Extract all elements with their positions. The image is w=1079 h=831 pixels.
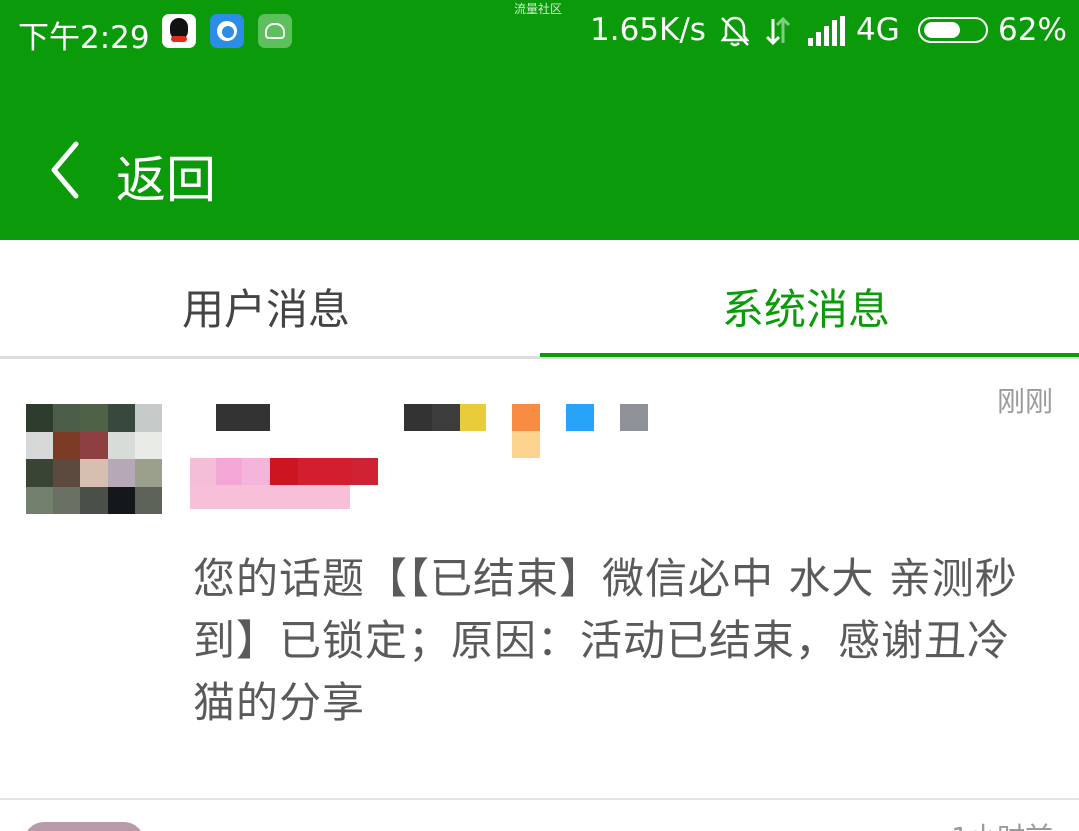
username-pixelated xyxy=(190,404,660,509)
app-bar: 返回 xyxy=(0,62,1079,240)
battery-fill xyxy=(924,22,960,38)
avatar[interactable] xyxy=(26,404,162,514)
status-time: 下午2:29 xyxy=(18,20,150,56)
list-item[interactable]: 刚刚 您的话题【【已结束】微信必中 水大 亲测秒到】已锁定；原因：活动已结束，感… xyxy=(0,360,1079,800)
status-bar: 下午2:29 流量社区 1.65K/s 4G 62% xyxy=(0,0,1079,62)
message-text: 您的话题【【已结束】微信必中 水大 亲测秒到】已锁定；原因：活动已结束，感谢丑冷… xyxy=(193,554,1018,727)
avatar[interactable] xyxy=(24,822,144,831)
tab-user-messages[interactable]: 用户消息 xyxy=(182,276,350,337)
message-time: 1小时前 xyxy=(951,816,1053,831)
browser-icon xyxy=(210,14,244,48)
back-arrow-icon[interactable] xyxy=(48,140,82,200)
qq-icon xyxy=(162,14,196,48)
tab-active-indicator xyxy=(540,353,1079,357)
battery-percent: 62% xyxy=(998,12,1067,48)
tab-system-messages[interactable]: 系统消息 xyxy=(722,276,890,337)
carrier-tag: 流量社区 xyxy=(514,2,563,16)
network-speed: 1.65K/s xyxy=(590,12,706,48)
signal-icon xyxy=(808,16,845,46)
back-button[interactable]: 返回 xyxy=(116,140,216,212)
data-arrows-icon xyxy=(765,16,791,46)
android-icon xyxy=(258,14,292,48)
network-type: 4G xyxy=(856,12,900,48)
battery-icon xyxy=(918,17,988,43)
list-item[interactable]: 1小时前 xyxy=(0,800,1079,831)
message-time: 刚刚 xyxy=(996,385,1053,418)
tab-bar: 用户消息 系统消息 xyxy=(0,240,1079,359)
bell-muted-icon xyxy=(720,16,750,47)
